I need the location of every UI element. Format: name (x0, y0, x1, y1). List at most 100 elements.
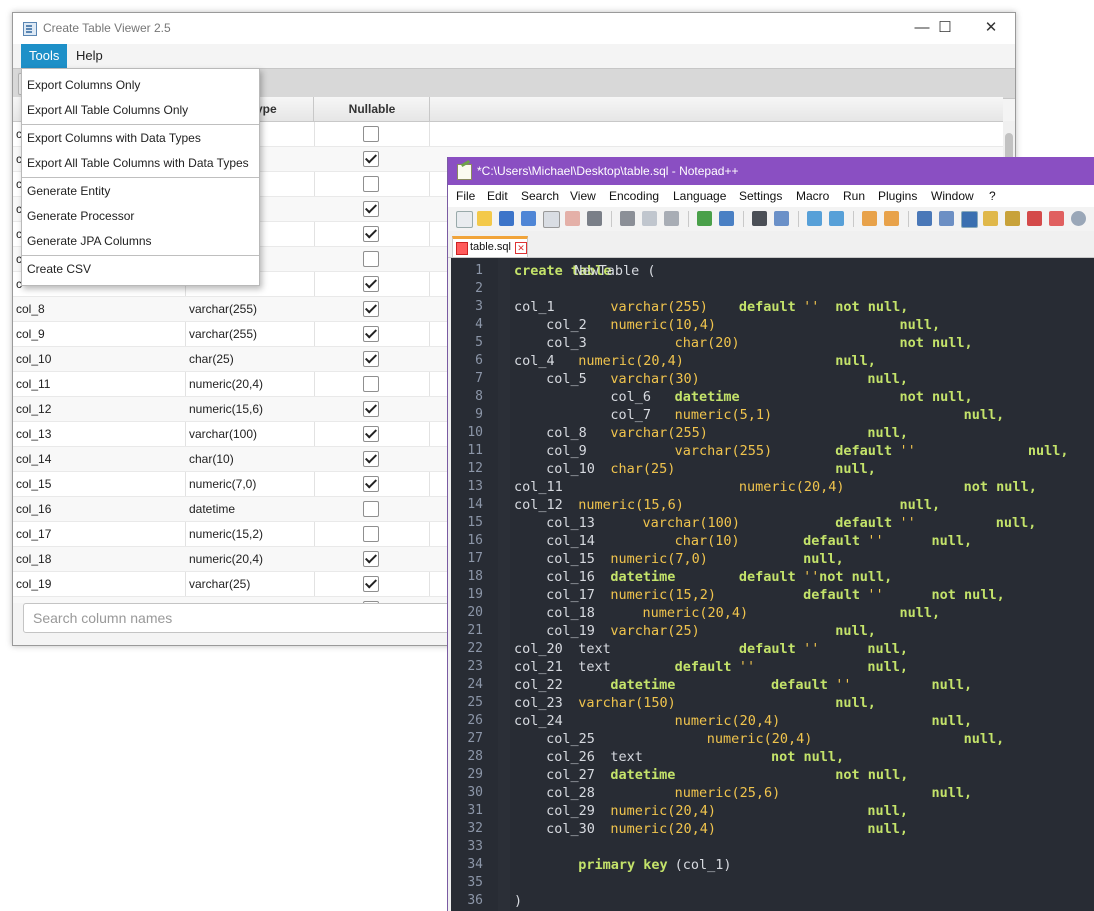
menu-item-create-csv[interactable]: Create CSV (22, 257, 259, 281)
code-editor[interactable]: 1 create table NewTable (2 3 col_1 varchar(25… (451, 258, 1094, 911)
code-token: NewTable ( (574, 263, 656, 279)
code-token: datetime (610, 677, 676, 693)
undo-icon[interactable] (697, 211, 712, 226)
app-table-icon (23, 22, 37, 36)
menu-item-export-columns-only[interactable]: Export Columns Only (22, 73, 259, 97)
copy-icon[interactable] (642, 211, 657, 226)
npp-menu-language[interactable]: Language (673, 185, 726, 207)
npp-menu-macro[interactable]: Macro (796, 185, 829, 207)
npp-menu-help[interactable]: ? (989, 185, 996, 207)
save-icon[interactable] (499, 211, 514, 226)
npp-menu-edit[interactable]: Edit (487, 185, 508, 207)
doc-map-icon[interactable] (983, 211, 998, 226)
line-number: 16 (467, 533, 483, 548)
folder-workspace-icon[interactable] (1027, 211, 1042, 226)
nullable-checkbox[interactable] (363, 276, 379, 292)
nullable-checkbox[interactable] (363, 351, 379, 367)
menu-item-generate-jpa-columns[interactable]: Generate JPA Columns (22, 229, 259, 253)
eye-icon[interactable] (1071, 211, 1086, 226)
nullable-checkbox[interactable] (363, 426, 379, 442)
save-all-icon[interactable] (521, 211, 536, 226)
npp-menu-encoding[interactable]: Encoding (609, 185, 659, 207)
column-name-cell: col_11 (16, 377, 51, 391)
indent-guide-icon[interactable] (961, 211, 978, 228)
npp-menu-search[interactable]: Search (521, 185, 559, 207)
npp-menu-run[interactable]: Run (843, 185, 865, 207)
data-type-cell: datetime (189, 502, 236, 516)
title-bar: Create Table Viewer 2.5 — ☐ ✕ (13, 13, 1015, 44)
code-line: 22 col_20 text default '' null, (451, 640, 1094, 658)
code-token: not null, (819, 569, 893, 585)
code-line: 12 col_10 char(25) null, (451, 460, 1094, 478)
code-token: null, (1027, 443, 1069, 459)
open-file-icon[interactable] (477, 211, 492, 226)
npp-menu-view[interactable]: View (570, 185, 596, 207)
close-file-icon[interactable] (543, 211, 560, 228)
nullable-checkbox[interactable] (363, 451, 379, 467)
code-token: '' (835, 677, 852, 693)
zoom-in-icon[interactable] (807, 211, 822, 226)
code-token: col_11 (514, 479, 563, 495)
code-token: col_8 (546, 425, 587, 441)
npp-menu-file[interactable]: File (456, 185, 475, 207)
nullable-checkbox[interactable] (363, 226, 379, 242)
menu-item-export-columns-with-data-types[interactable]: Export Columns with Data Types (22, 126, 259, 150)
find-icon[interactable] (752, 211, 767, 226)
close-button[interactable]: ✕ (968, 13, 1014, 44)
nullable-checkbox[interactable] (363, 126, 379, 142)
nullable-checkbox[interactable] (363, 376, 379, 392)
menu-help[interactable]: Help (68, 44, 111, 68)
nullable-checkbox[interactable] (363, 301, 379, 317)
show-all-chars-icon[interactable] (939, 211, 954, 226)
tab-close-icon[interactable]: ✕ (515, 242, 527, 254)
nullable-checkbox[interactable] (363, 326, 379, 342)
new-file-icon[interactable] (456, 211, 473, 228)
npp-menu-window[interactable]: Window (931, 185, 974, 207)
menu-item-export-all-table-columns-with-data-types[interactable]: Export All Table Columns with Data Types (22, 151, 259, 175)
nullable-cell (315, 372, 429, 396)
nullable-checkbox[interactable] (363, 501, 379, 517)
line-number: 4 (475, 317, 483, 332)
code-token: col_1 (514, 299, 555, 315)
npp-menu-plugins[interactable]: Plugins (878, 185, 917, 207)
tab-table-sql[interactable]: table.sql ✕ (452, 236, 528, 257)
nullable-checkbox[interactable] (363, 476, 379, 492)
close-all-icon[interactable] (565, 211, 580, 226)
nullable-checkbox[interactable] (363, 201, 379, 217)
cut-icon[interactable] (620, 211, 635, 226)
line-number: 20 (467, 605, 483, 620)
data-type-cell: char(10) (189, 452, 234, 466)
nullable-checkbox[interactable] (363, 526, 379, 542)
word-wrap-icon[interactable] (917, 211, 932, 226)
replace-icon[interactable] (774, 211, 789, 226)
code-token: null, (899, 497, 941, 513)
code-line: 7 col_5 varchar(30) null, (451, 370, 1094, 388)
nullable-checkbox[interactable] (363, 576, 379, 592)
redo-icon[interactable] (719, 211, 734, 226)
zoom-out-icon[interactable] (829, 211, 844, 226)
npp-menu-settings[interactable]: Settings (739, 185, 782, 207)
monitoring-icon[interactable] (1049, 211, 1064, 226)
paste-icon[interactable] (664, 211, 679, 226)
nullable-checkbox[interactable] (363, 176, 379, 192)
nullable-cell (315, 522, 429, 546)
line-number: 3 (475, 299, 483, 314)
nullable-checkbox[interactable] (363, 151, 379, 167)
sync-horizontal-icon[interactable] (884, 211, 899, 226)
code-token: varchar(255) (610, 299, 708, 315)
function-list-icon[interactable] (1005, 211, 1020, 226)
menu-tools[interactable]: Tools (21, 44, 68, 68)
menu-item-export-all-table-columns-only[interactable]: Export All Table Columns Only (22, 98, 259, 122)
menu-item-generate-processor[interactable]: Generate Processor (22, 204, 259, 228)
code-token: varchar(100) (642, 515, 741, 531)
line-number: 27 (467, 731, 483, 746)
nullable-checkbox[interactable] (363, 401, 379, 417)
maximize-button[interactable]: ☐ (922, 13, 968, 44)
print-icon[interactable] (587, 211, 602, 226)
sync-vertical-icon[interactable] (862, 211, 877, 226)
nullable-checkbox[interactable] (363, 251, 379, 267)
nullable-checkbox[interactable] (363, 551, 379, 567)
data-type-cell: numeric(15,6) (189, 402, 264, 416)
menu-item-generate-entity[interactable]: Generate Entity (22, 179, 259, 203)
column-header-nullable[interactable]: Nullable (315, 97, 430, 121)
